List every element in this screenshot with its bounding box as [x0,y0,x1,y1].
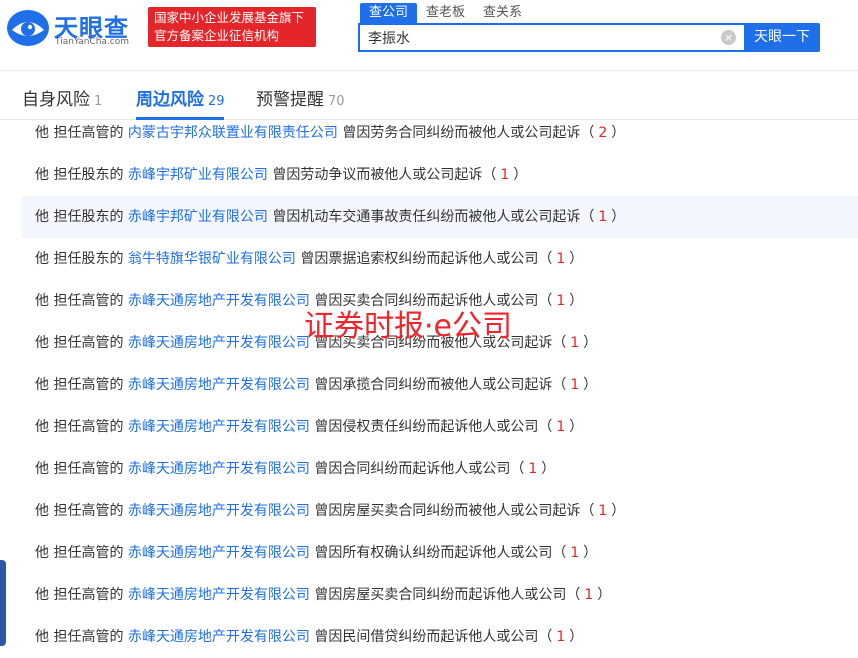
company-link[interactable]: 赤峰天通房地产开发有限公司 [128,461,310,477]
risk-count[interactable]: 2 [598,125,607,141]
list-item: 他 担任高管的 赤峰天通房地产开发有限公司 曾因合同纠纷而起诉他人或公司（ 1） [35,461,556,477]
top-header: 天眼查 TianYanCha.com 国家中小企业发展基金旗下 官方备案企业征信… [0,0,858,62]
risk-count[interactable]: 1 [556,419,565,435]
company-link[interactable]: 赤峰天通房地产开发有限公司 [128,335,310,351]
tab-search-boss[interactable]: 查老板 [417,3,474,23]
risk-count[interactable]: 1 [570,545,579,561]
role-text: 他 担任高管的 [35,629,124,645]
tab-own-risk[interactable]: 自身风险 1 [22,85,102,110]
company-link[interactable]: 赤峰天通房地产开发有限公司 [128,377,310,393]
eye-logo-icon [7,10,49,46]
company-link[interactable]: 赤峰天通房地产开发有限公司 [128,503,310,519]
risk-list: 他 担任高管的 内蒙古宇邦众联置业有限责任公司 曾因劳务合同纠纷而被他人或公司起… [22,112,858,658]
role-text: 他 担任高管的 [35,587,124,603]
risk-desc: 曾因机动车交通事故责任纠纷而被他人或公司起诉 [272,209,581,225]
risk-count[interactable]: 1 [556,629,565,645]
company-link[interactable]: 赤峰宇邦矿业有限公司 [128,209,268,225]
role-text: 他 担任高管的 [35,335,124,351]
risk-count[interactable]: 1 [500,167,509,183]
tab-count: 70 [328,94,345,109]
role-text: 他 担任股东的 [35,209,124,225]
risk-count[interactable]: 1 [598,209,607,225]
risk-count[interactable]: 1 [584,587,593,603]
search-button[interactable]: 天眼一下 [744,23,820,52]
badge-line-2: 官方备案企业征信机构 [154,28,280,43]
tab-label: 自身风险 [22,90,90,110]
risk-count[interactable]: 1 [528,461,537,477]
role-text: 他 担任高管的 [35,503,124,519]
tab-search-relation[interactable]: 查关系 [474,3,531,23]
risk-desc: 曾因劳动争议而被他人或公司起诉 [272,167,483,183]
role-text: 他 担任高管的 [35,545,124,561]
risk-count[interactable]: 1 [570,377,579,393]
list-item: 他 担任高管的 赤峰天通房地产开发有限公司 曾因所有权确认纠纷而起诉他人或公司（… [35,545,598,561]
list-item: 他 担任高管的 赤峰天通房地产开发有限公司 曾因民间借贷纠纷而起诉他人或公司（ 1… [35,629,584,645]
badge-line-1: 国家中小企业发展基金旗下 [154,10,305,25]
list-item: 他 担任高管的 赤峰天通房地产开发有限公司 曾因房屋买卖合同纠纷而起诉他人或公司… [35,587,612,603]
role-text: 他 担任高管的 [35,377,124,393]
tab-search-company[interactable]: 查公司 [360,3,418,23]
risk-desc: 曾因承揽合同纠纷而被他人或公司起诉 [314,377,553,393]
risk-desc: 曾因劳务合同纠纷而被他人或公司起诉 [342,125,581,141]
list-item: 他 担任股东的 赤峰宇邦矿业有限公司 曾因机动车交通事故责任纠纷而被他人或公司起… [22,196,858,238]
role-text: 他 担任高管的 [35,293,124,309]
list-item: 他 担任股东的 翁牛特旗华银矿业有限公司 曾因票据追索权纠纷而起诉他人或公司（ 1… [35,251,584,267]
risk-desc: 曾因侵权责任纠纷而起诉他人或公司 [314,419,539,435]
risk-desc: 曾因票据追索权纠纷而起诉他人或公司 [300,251,539,267]
list-item: 他 担任股东的 赤峰宇邦矿业有限公司 曾因劳动争议而被他人或公司起诉（ 1） [35,167,528,183]
risk-desc: 曾因所有权确认纠纷而起诉他人或公司 [314,545,553,561]
list-item: 他 担任高管的 赤峰天通房地产开发有限公司 曾因侵权责任纠纷而起诉他人或公司（ 1… [35,419,584,435]
risk-count[interactable]: 1 [570,335,579,351]
tianyancha-logo[interactable]: 天眼查 TianYanCha.com [6,6,140,52]
tab-count: 29 [208,94,225,109]
role-text: 他 担任高管的 [35,419,124,435]
side-widget-edge[interactable] [0,560,6,646]
tab-label: 周边风险 [136,90,204,110]
company-link[interactable]: 翁牛特旗华银矿业有限公司 [128,251,296,267]
company-link[interactable]: 赤峰天通房地产开发有限公司 [128,293,310,309]
search-box: × [358,23,744,52]
role-text: 他 担任高管的 [35,461,124,477]
list-item: 他 担任高管的 赤峰天通房地产开发有限公司 曾因承揽合同纠纷而被他人或公司起诉（… [35,377,598,393]
risk-desc: 曾因合同纠纷而起诉他人或公司 [314,461,511,477]
risk-desc: 曾因房屋买卖合同纠纷而被他人或公司起诉 [314,503,581,519]
tab-count: 1 [94,94,103,109]
risk-count[interactable]: 1 [556,251,565,267]
official-badge: 国家中小企业发展基金旗下 官方备案企业征信机构 [148,7,316,47]
company-link[interactable]: 赤峰宇邦矿业有限公司 [128,167,268,183]
search-input[interactable] [360,25,700,50]
search-type-tabs: 查公司 查老板 查关系 [360,3,531,23]
company-link[interactable]: 内蒙古宇邦众联置业有限责任公司 [128,125,338,141]
risk-count[interactable]: 1 [598,503,607,519]
tab-label: 预警提醒 [256,90,324,110]
role-text: 他 担任高管的 [35,125,124,141]
tab-warning-alert[interactable]: 预警提醒 70 [256,85,345,110]
list-item: 他 担任高管的 内蒙古宇邦众联置业有限责任公司 曾因劳务合同纠纷而被他人或公司起… [35,125,626,141]
risk-desc: 曾因民间借贷纠纷而起诉他人或公司 [314,629,539,645]
company-link[interactable]: 赤峰天通房地产开发有限公司 [128,545,310,561]
tab-surrounding-risk[interactable]: 周边风险 29 [136,85,225,110]
clear-icon[interactable]: × [721,30,736,45]
company-link[interactable]: 赤峰天通房地产开发有限公司 [128,587,310,603]
watermark-text: 证券时报·e公司 [304,309,512,344]
list-item: 他 担任高管的 赤峰天通房地产开发有限公司 曾因房屋买卖合同纠纷而被他人或公司起… [35,503,626,519]
risk-desc: 曾因房屋买卖合同纠纷而起诉他人或公司 [314,587,567,603]
company-link[interactable]: 赤峰天通房地产开发有限公司 [128,419,310,435]
role-text: 他 担任股东的 [35,167,124,183]
logo-domain: TianYanCha.com [55,37,130,47]
role-text: 他 担任股东的 [35,251,124,267]
company-link[interactable]: 赤峰天通房地产开发有限公司 [128,629,310,645]
risk-count[interactable]: 1 [556,293,565,309]
